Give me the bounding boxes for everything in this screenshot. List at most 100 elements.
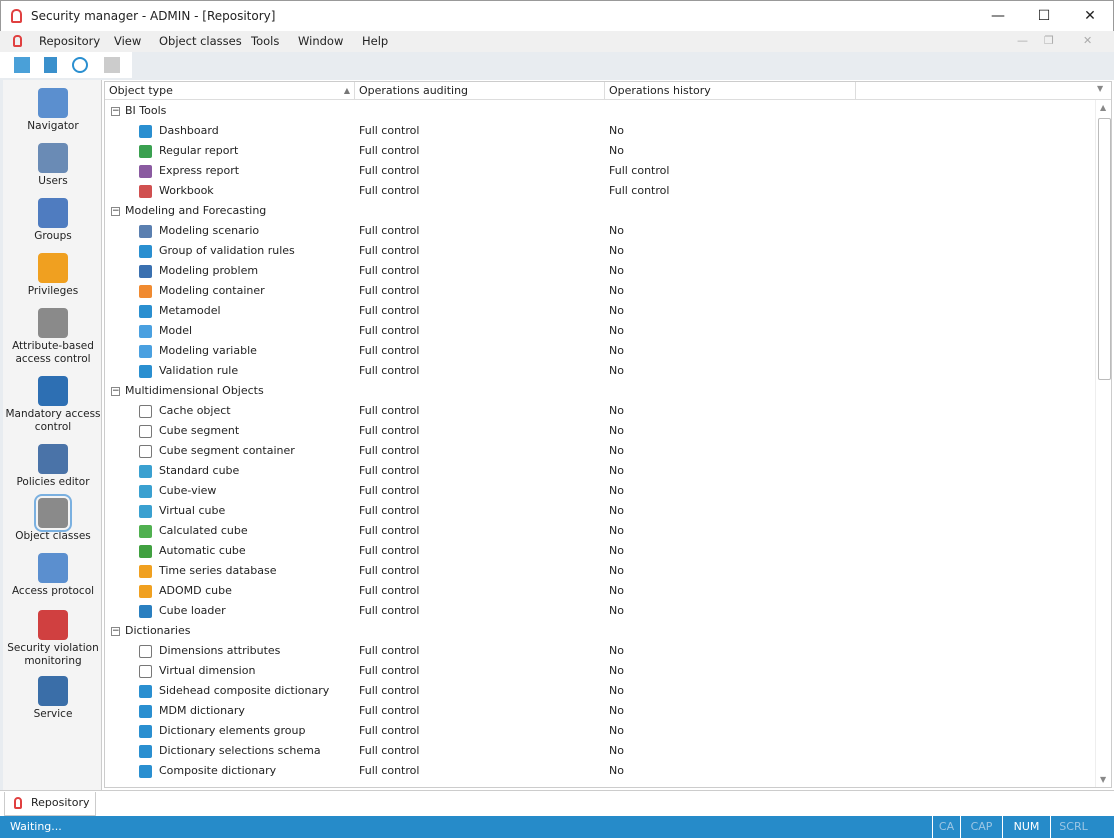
group-row[interactable]: − Multidimensional Objects — [105, 381, 1095, 401]
sidebar-item-policies-editor[interactable]: Policies editor — [3, 444, 103, 489]
menu-view[interactable]: View — [114, 34, 141, 48]
operations-history-cell[interactable]: No — [609, 241, 624, 261]
table-row[interactable]: ADOMD cube Full control No — [105, 581, 1095, 601]
group-row[interactable]: − BI Tools — [105, 101, 1095, 121]
open-icon[interactable] — [44, 57, 57, 73]
operations-auditing-cell[interactable]: Full control — [359, 281, 419, 301]
sidebar-item-object-classes[interactable]: Object classes — [3, 494, 103, 543]
table-row[interactable]: Time series database Full control No — [105, 561, 1095, 581]
new-object-icon[interactable] — [14, 57, 30, 73]
table-row[interactable]: Dictionary selections schema Full control… — [105, 741, 1095, 761]
operations-history-cell[interactable]: No — [609, 481, 624, 501]
operations-auditing-cell[interactable]: Full control — [359, 141, 419, 161]
operations-history-cell[interactable]: No — [609, 461, 624, 481]
operations-auditing-cell[interactable]: Full control — [359, 401, 419, 421]
table-row[interactable]: Virtual dimension Full control No — [105, 661, 1095, 681]
table-row[interactable]: Cube segment container Full control No — [105, 441, 1095, 461]
app-menu-icon[interactable] — [13, 35, 22, 47]
operations-history-cell[interactable]: No — [609, 541, 624, 561]
collapse-icon[interactable]: − — [111, 207, 120, 216]
column-chooser-icon[interactable]: ▼ — [1097, 84, 1103, 93]
operations-history-cell[interactable]: No — [609, 761, 624, 781]
table-row[interactable]: Dashboard Full control No — [105, 121, 1095, 141]
refresh-icon[interactable] — [72, 57, 88, 73]
table-row[interactable]: Virtual cube Full control No — [105, 501, 1095, 521]
operations-history-cell[interactable]: Full control — [609, 181, 669, 201]
scroll-up-icon[interactable]: ▲ — [1100, 103, 1106, 112]
table-row[interactable]: Composite dictionary Full control No — [105, 761, 1095, 781]
collapse-icon[interactable]: − — [111, 387, 120, 396]
operations-history-cell[interactable]: No — [609, 341, 624, 361]
sidebar-item-attribute-based-access-control[interactable]: Attribute-based access control — [3, 308, 103, 366]
operations-history-cell[interactable]: Full control — [609, 161, 669, 181]
operations-auditing-cell[interactable]: Full control — [359, 181, 419, 201]
table-row[interactable]: Modeling problem Full control No — [105, 261, 1095, 281]
vertical-scrollbar[interactable]: ▲ ▼ — [1095, 100, 1111, 787]
close-button[interactable]: ✕ — [1067, 1, 1113, 32]
mdi-minimize-icon[interactable]: — — [1017, 34, 1028, 47]
operations-auditing-cell[interactable]: Full control — [359, 321, 419, 341]
operations-history-cell[interactable]: No — [609, 361, 624, 381]
sidebar-item-privileges[interactable]: Privileges — [3, 253, 103, 298]
column-header-operations-history[interactable]: Operations history — [605, 82, 856, 100]
operations-history-cell[interactable]: No — [609, 281, 624, 301]
operations-history-cell[interactable]: No — [609, 401, 624, 421]
operations-history-cell[interactable]: No — [609, 501, 624, 521]
operations-auditing-cell[interactable]: Full control — [359, 341, 419, 361]
operations-auditing-cell[interactable]: Full control — [359, 481, 419, 501]
table-row[interactable]: Express report Full control Full control — [105, 161, 1095, 181]
sidebar-item-mandatory-access-control[interactable]: Mandatory access control — [3, 376, 103, 434]
operations-auditing-cell[interactable]: Full control — [359, 441, 419, 461]
column-header-operations-auditing[interactable]: Operations auditing — [355, 82, 605, 100]
operations-history-cell[interactable]: No — [609, 421, 624, 441]
tab-repository[interactable]: Repository — [4, 792, 96, 816]
table-row[interactable]: Metamodel Full control No — [105, 301, 1095, 321]
operations-history-cell[interactable]: No — [609, 681, 624, 701]
operations-history-cell[interactable]: No — [609, 741, 624, 761]
operations-auditing-cell[interactable]: Full control — [359, 461, 419, 481]
operations-history-cell[interactable]: No — [609, 641, 624, 661]
operations-history-cell[interactable]: No — [609, 221, 624, 241]
sidebar-item-access-protocol[interactable]: Access protocol — [3, 553, 103, 598]
operations-history-cell[interactable]: No — [609, 701, 624, 721]
table-row[interactable]: Cache object Full control No — [105, 401, 1095, 421]
menu-object-classes[interactable]: Object classes — [159, 34, 242, 48]
operations-history-cell[interactable]: No — [609, 581, 624, 601]
table-row[interactable]: Modeling variable Full control No — [105, 341, 1095, 361]
operations-auditing-cell[interactable]: Full control — [359, 581, 419, 601]
operations-auditing-cell[interactable]: Full control — [359, 721, 419, 741]
operations-auditing-cell[interactable]: Full control — [359, 661, 419, 681]
save-icon[interactable] — [104, 57, 120, 73]
scrollbar-thumb[interactable] — [1098, 118, 1111, 380]
table-row[interactable]: Group of validation rules Full control No — [105, 241, 1095, 261]
table-row[interactable]: Model Full control No — [105, 321, 1095, 341]
table-row[interactable]: Modeling container Full control No — [105, 281, 1095, 301]
minimize-button[interactable]: — — [975, 1, 1021, 32]
menu-help[interactable]: Help — [362, 34, 388, 48]
operations-history-cell[interactable]: No — [609, 441, 624, 461]
operations-auditing-cell[interactable]: Full control — [359, 641, 419, 661]
operations-auditing-cell[interactable]: Full control — [359, 301, 419, 321]
operations-history-cell[interactable]: No — [609, 301, 624, 321]
table-row[interactable]: Workbook Full control Full control — [105, 181, 1095, 201]
table-row[interactable]: Dictionary elements group Full control No — [105, 721, 1095, 741]
group-row[interactable]: − Modeling and Forecasting — [105, 201, 1095, 221]
operations-auditing-cell[interactable]: Full control — [359, 561, 419, 581]
operations-history-cell[interactable]: No — [609, 261, 624, 281]
operations-auditing-cell[interactable]: Full control — [359, 681, 419, 701]
table-row[interactable]: Regular report Full control No — [105, 141, 1095, 161]
operations-auditing-cell[interactable]: Full control — [359, 701, 419, 721]
operations-auditing-cell[interactable]: Full control — [359, 741, 419, 761]
operations-auditing-cell[interactable]: Full control — [359, 421, 419, 441]
operations-auditing-cell[interactable]: Full control — [359, 541, 419, 561]
table-row[interactable]: Validation rule Full control No — [105, 361, 1095, 381]
operations-auditing-cell[interactable]: Full control — [359, 361, 419, 381]
operations-auditing-cell[interactable]: Full control — [359, 241, 419, 261]
collapse-icon[interactable]: − — [111, 107, 120, 116]
operations-history-cell[interactable]: No — [609, 321, 624, 341]
table-row[interactable]: Standard cube Full control No — [105, 461, 1095, 481]
menu-repository[interactable]: Repository — [39, 34, 100, 48]
table-row[interactable]: MDM dictionary Full control No — [105, 701, 1095, 721]
table-row[interactable]: Cube-view Full control No — [105, 481, 1095, 501]
menu-window[interactable]: Window — [298, 34, 343, 48]
